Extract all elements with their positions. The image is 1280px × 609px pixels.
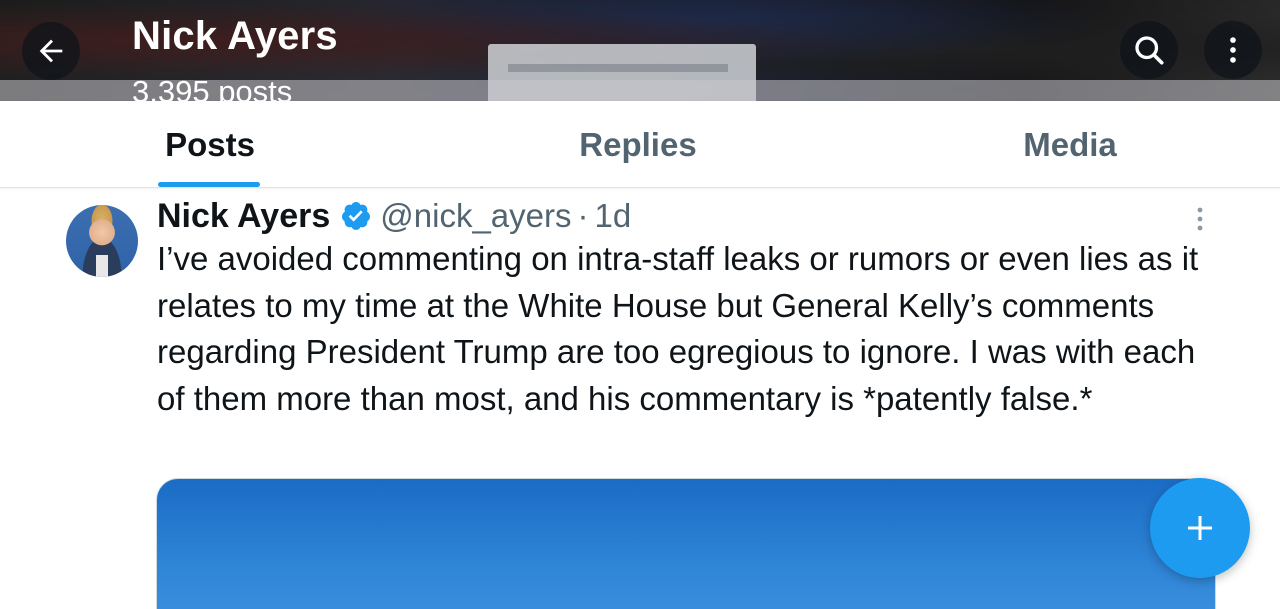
tab-replies[interactable]: Replies bbox=[538, 101, 738, 188]
plus-icon bbox=[1188, 516, 1212, 540]
active-tab-indicator bbox=[158, 182, 260, 187]
search-icon bbox=[1135, 36, 1164, 65]
more-vertical-icon bbox=[1197, 207, 1203, 231]
header-post-count: 3,395 posts bbox=[132, 74, 293, 101]
profile-tabs: Posts Replies Media bbox=[0, 101, 1280, 188]
post-header: Nick Ayers @nick_ayers · 1d bbox=[157, 196, 631, 236]
avatar[interactable] bbox=[66, 205, 138, 277]
arrow-left-icon bbox=[39, 39, 63, 63]
profile-header: Nick Ayers 3,395 posts bbox=[0, 0, 1280, 101]
tab-media[interactable]: Media bbox=[970, 101, 1170, 188]
post-more-button[interactable] bbox=[1186, 204, 1214, 234]
compose-button[interactable] bbox=[1150, 478, 1250, 578]
search-button[interactable] bbox=[1120, 21, 1178, 79]
more-button[interactable] bbox=[1204, 21, 1262, 79]
post-author-name[interactable]: Nick Ayers bbox=[157, 197, 330, 236]
back-button[interactable] bbox=[22, 22, 80, 80]
header-title: Nick Ayers bbox=[132, 14, 338, 58]
post-timestamp[interactable]: 1d bbox=[595, 197, 632, 235]
post-author-handle[interactable]: @nick_ayers bbox=[380, 197, 571, 235]
post-media-image[interactable] bbox=[156, 478, 1216, 609]
verified-badge-icon bbox=[340, 200, 372, 232]
post-text: I’ve avoided commenting on intra-staff l… bbox=[157, 240, 1199, 417]
post-separator: · bbox=[577, 197, 589, 234]
more-vertical-icon bbox=[1230, 37, 1236, 63]
tab-posts[interactable]: Posts bbox=[110, 101, 310, 188]
